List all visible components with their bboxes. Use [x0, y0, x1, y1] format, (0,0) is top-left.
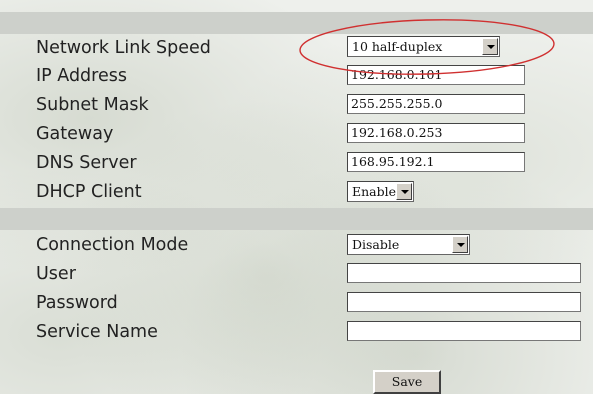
highlight-ellipse: [299, 19, 555, 75]
highlight-ellipse-shape: [299, 19, 555, 75]
